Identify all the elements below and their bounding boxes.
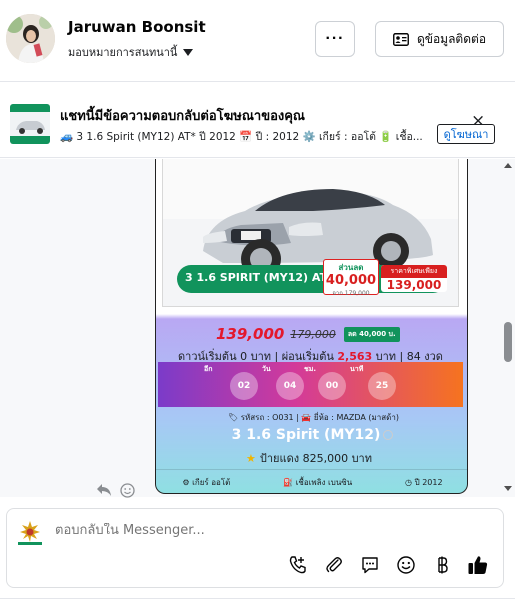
star-icon: ★ — [246, 452, 256, 465]
paperclip-icon[interactable] — [323, 554, 345, 576]
baht-icon[interactable] — [431, 554, 453, 576]
countdown-label: วัน — [262, 365, 271, 373]
ad-thumbnail[interactable] — [10, 104, 50, 144]
price-discount-badge: ลด 40,000 บ. — [343, 326, 400, 342]
discount-sub: จาก 179,000 — [332, 290, 370, 297]
ad-banner-title: แชทนี้มีข้อความตอบกลับต่อโฆษณาของคุณ — [60, 109, 305, 124]
countdown-value: 00 — [318, 372, 346, 400]
page-logo — [15, 517, 45, 547]
model-name: 3 1.6 Spirit (MY12) — [156, 427, 467, 443]
scrollbar-thumb[interactable] — [504, 322, 512, 362]
thread-header: Jaruwan Boonsit มอบหมายการสนทนานี้ ··· ด… — [0, 0, 515, 82]
contact-name[interactable]: Jaruwan Boonsit — [68, 18, 206, 36]
view-ad-button[interactable]: ดูโฆษณา — [437, 124, 495, 144]
special-price-value: 139,000 — [386, 278, 442, 292]
message-actions — [96, 483, 135, 498]
countdown-value: 02 — [230, 372, 258, 400]
emoji-icon[interactable] — [395, 554, 417, 576]
message-input[interactable] — [55, 523, 475, 538]
emoji-icon[interactable] — [120, 483, 135, 498]
assign-label: มอบหมายการสนทนานี้ — [68, 46, 178, 59]
footer-spec-fuel: ⛽ เชื้อเพลิง เบนซิน — [283, 477, 353, 487]
contact-card-icon — [393, 32, 409, 46]
ad-message-card[interactable]: 3 1.6 SPIRIT (MY12) AT ส่วนลด 40,000 จาก… — [155, 159, 468, 494]
countdown-label: นาที — [350, 365, 364, 373]
price-old: 179,000 — [290, 327, 336, 341]
verified-icon — [383, 430, 394, 440]
countdown-timer: อีก 02 วัน 04 ชม. 00 นาที 25 — [158, 362, 463, 407]
reply-composer — [6, 508, 504, 588]
specs-line: 🏷 รหัสรถ : O031 | 🚘 ยี่ห้อ : MAZDA (มาสด… — [228, 413, 399, 422]
chevron-down-icon — [183, 48, 194, 56]
divider — [0, 598, 515, 599]
ad-banner-subtitle: 🚙 3 1.6 Spirit (MY12) AT* ปี 2012 📅 ปี :… — [60, 131, 423, 143]
model-name-text: 3 1.6 Spirit (MY12) — [231, 427, 381, 443]
plate-line: ★ ป้ายแดง 825,000 บาท — [246, 449, 372, 467]
scroll-down-arrow-icon[interactable] — [504, 486, 512, 491]
messenger-thread: Jaruwan Boonsit มอบหมายการสนทนานี้ ··· ด… — [0, 0, 515, 603]
assign-conversation-dropdown[interactable]: มอบหมายการสนทนานี้ — [68, 43, 194, 61]
model-pill-text: 3 1.6 SPIRIT (MY12) AT — [185, 271, 328, 284]
price-main: 139,000 — [216, 325, 285, 343]
share-icon[interactable] — [96, 483, 112, 497]
countdown-value: 04 — [276, 372, 304, 400]
view-contact-info-label: ดูข้อมูลติดต่อ — [416, 31, 487, 46]
thumbs-up-icon[interactable] — [467, 554, 489, 576]
scroll-up-arrow-icon[interactable] — [504, 163, 512, 168]
footer-specs: ⚙ เกียร์ ออโต้ ⛽ เชื้อเพลิง เบนซิน ◷ ปี … — [156, 469, 467, 493]
composer-toolbar — [287, 554, 489, 576]
special-price-label: ราคาพิเศษเพียง — [381, 265, 447, 278]
view-contact-info-button[interactable]: ดูข้อมูลติดต่อ — [375, 21, 504, 57]
plate-line-text: ป้ายแดง 825,000 บาท — [259, 452, 372, 465]
more-options-button[interactable]: ··· — [315, 21, 355, 57]
countdown-label: อีก — [204, 365, 213, 373]
price-row: 139,000 179,000 ลด 40,000 บ. — [216, 325, 400, 343]
special-price-box: ราคาพิเศษเพียง 139,000 — [381, 265, 447, 292]
footer-spec-year: ◷ ปี 2012 — [405, 477, 443, 487]
chat-bubble-icon[interactable] — [359, 554, 381, 576]
phone-add-icon[interactable] — [287, 554, 309, 576]
countdown-value: 25 — [368, 372, 396, 400]
countdown-label: ชม. — [304, 365, 317, 373]
car-photo: 3 1.6 SPIRIT (MY12) AT ส่วนลด 40,000 จาก… — [162, 159, 459, 307]
discount-value: 40,000 — [325, 273, 377, 288]
avatar[interactable] — [6, 14, 55, 63]
discount-box: ส่วนลด 40,000 จาก 179,000 — [323, 259, 379, 297]
footer-spec-transmission: ⚙ เกียร์ ออโต้ — [182, 477, 231, 487]
